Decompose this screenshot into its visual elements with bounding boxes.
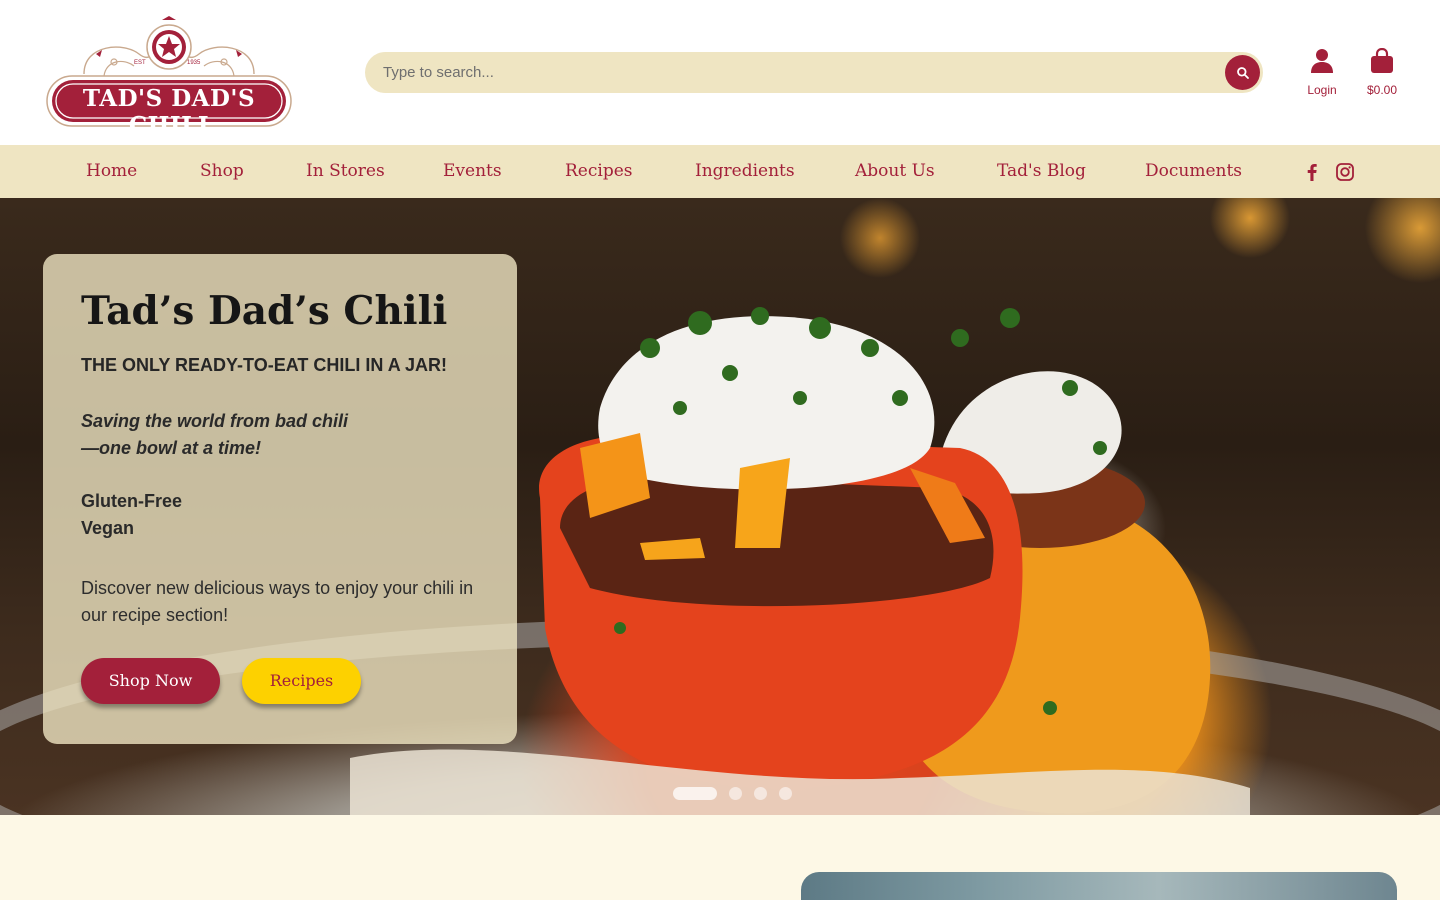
- hero-slider: Tad’s Dad’s Chili THE ONLY READY-TO-EAT …: [0, 198, 1440, 815]
- logo-year: 1935: [187, 60, 201, 66]
- recipes-button[interactable]: Recipes: [242, 658, 361, 704]
- featured-image-card: [801, 872, 1397, 900]
- user-icon: [1311, 49, 1333, 73]
- slider-dot-4[interactable]: [779, 787, 792, 800]
- instagram-link[interactable]: [1334, 161, 1356, 183]
- nav-item-about-us[interactable]: About Us: [855, 145, 935, 198]
- logo-text: TAD'S DAD'S CHILI: [82, 85, 256, 139]
- nav-item-shop[interactable]: Shop: [200, 145, 244, 198]
- search-button[interactable]: [1225, 55, 1260, 90]
- nav-item-events[interactable]: Events: [443, 145, 502, 198]
- search-icon: [1236, 66, 1249, 79]
- slider-dot-3[interactable]: [754, 787, 767, 800]
- feature-gluten-free: Gluten-Free: [81, 491, 183, 511]
- site-header: TAD'S DAD'S CHILI EST 1935 Login $0.00: [0, 0, 1440, 145]
- nav-item-in-stores[interactable]: In Stores: [306, 145, 385, 198]
- search-input[interactable]: [383, 52, 1213, 93]
- nav-item-tads-blog[interactable]: Tad's Blog: [997, 145, 1086, 198]
- nav-item-ingredients[interactable]: Ingredients: [695, 145, 795, 198]
- hero-features: Gluten-Free Vegan: [81, 488, 182, 542]
- login-link[interactable]: Login: [1292, 48, 1352, 97]
- nav-item-documents[interactable]: Documents: [1145, 145, 1242, 198]
- shop-now-button[interactable]: Shop Now: [81, 658, 220, 704]
- nav-item-recipes[interactable]: Recipes: [565, 145, 633, 198]
- facebook-icon: [1307, 164, 1317, 181]
- nav-item-home[interactable]: Home: [86, 145, 137, 198]
- feature-vegan: Vegan: [81, 518, 135, 538]
- hero-tagline: THE ONLY READY-TO-EAT CHILI IN A JAR!: [81, 355, 448, 375]
- main-navigation: Home Shop In Stores Events Recipes Ingre…: [0, 145, 1440, 198]
- slider-dot-2[interactable]: [729, 787, 742, 800]
- search-bar: [365, 52, 1263, 93]
- hero-card: Tad’s Dad’s Chili THE ONLY READY-TO-EAT …: [43, 254, 517, 744]
- cart-link[interactable]: $0.00: [1352, 47, 1412, 97]
- logo-est: EST: [134, 60, 146, 66]
- shopping-bag-icon: [1371, 47, 1393, 73]
- hero-slogan-line2: —one bowl at a time!: [81, 438, 262, 458]
- hero-title: Tad’s Dad’s Chili: [81, 288, 448, 334]
- hero-slogan: Saving the world from bad chili —one bow…: [81, 408, 348, 462]
- cart-total: $0.00: [1366, 83, 1398, 97]
- login-label: Login: [1307, 83, 1337, 97]
- instagram-icon: [1336, 163, 1354, 181]
- hero-description: Discover new delicious ways to enjoy you…: [81, 578, 474, 625]
- facebook-link[interactable]: [1301, 161, 1323, 183]
- hero-slogan-line1: Saving the world from bad chili: [81, 411, 349, 431]
- slider-dot-1[interactable]: [673, 787, 717, 800]
- brand-logo[interactable]: TAD'S DAD'S CHILI EST 1935: [44, 14, 294, 139]
